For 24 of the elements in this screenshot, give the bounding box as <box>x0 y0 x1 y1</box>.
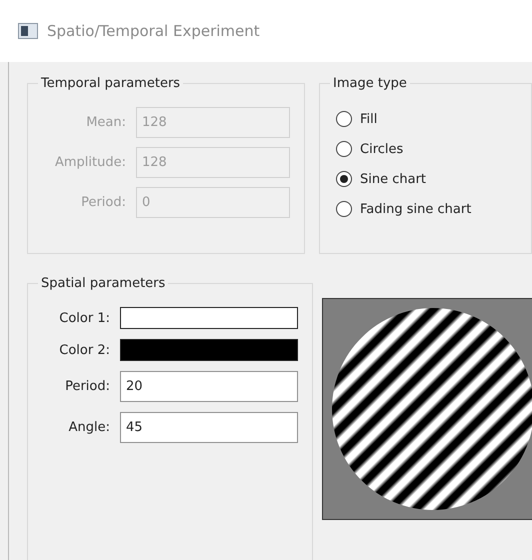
field-label: Color 2: <box>58 342 110 358</box>
radio-button[interactable] <box>336 201 352 217</box>
window-icon <box>18 23 38 39</box>
group-title: Temporal parameters <box>40 76 182 91</box>
radio-label[interactable]: Circles <box>360 142 404 156</box>
radio-label[interactable]: Sine chart <box>360 172 426 186</box>
field-label: Color 1: <box>58 310 110 326</box>
window-title: Spatio/Temporal Experiment <box>47 22 260 40</box>
field-label: Period: <box>64 379 110 394</box>
input-field[interactable]: 45 <box>120 412 298 443</box>
group-title: Image type <box>332 76 408 91</box>
input-field[interactable]: 20 <box>120 371 298 402</box>
field-label: Amplitude: <box>54 155 126 170</box>
group-title: Spatial parameters <box>40 276 166 291</box>
field-label: Mean: <box>85 115 126 130</box>
field-label: Angle: <box>68 420 110 435</box>
field-label: Period: <box>80 195 126 210</box>
radio-button[interactable] <box>336 111 352 127</box>
radio-label[interactable]: Fill <box>360 112 378 126</box>
radio-label[interactable]: Fading sine chart <box>360 202 472 216</box>
radio-button[interactable] <box>336 171 352 187</box>
radio-button[interactable] <box>336 141 352 157</box>
color-swatch[interactable] <box>120 307 298 329</box>
color-swatch[interactable] <box>120 339 298 361</box>
